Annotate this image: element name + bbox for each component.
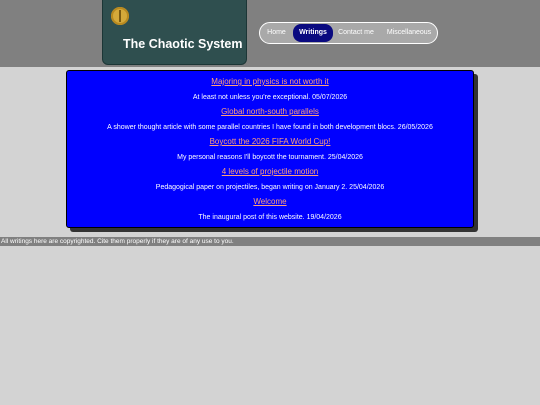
post-description: A shower thought article with some paral… <box>107 124 433 131</box>
post-link-north-south[interactable]: Global north-south parallels <box>67 107 473 116</box>
nav-writings[interactable]: Writings <box>293 24 333 42</box>
post-link-boycott[interactable]: Boycott the 2026 FIFA World Cup! <box>67 137 473 146</box>
site-footer: All writings here are copyrighted. Cite … <box>0 237 540 246</box>
nav-home[interactable]: Home <box>263 26 290 40</box>
medal-icon <box>111 7 129 25</box>
site-header: The Chaotic System Home Writings Contact… <box>0 0 540 67</box>
post-link-physics[interactable]: Majoring in physics is not worth it <box>67 77 473 86</box>
post-description: Pedagogical paper on projectiles, began … <box>155 184 385 191</box>
main-nav: Home Writings Contact me Miscellaneous <box>259 22 438 44</box>
post-link-welcome[interactable]: Welcome <box>67 197 473 206</box>
post-description: The inaugural post of this website. 19/0… <box>198 214 342 221</box>
post-link-projectile[interactable]: 4 levels of projectile motion <box>67 167 473 176</box>
copyright-notice: All writings here are copyrighted. Cite … <box>1 238 234 245</box>
logo-box[interactable]: The Chaotic System <box>102 0 247 65</box>
writings-panel: Majoring in physics is not worth it At l… <box>66 70 474 228</box>
nav-miscellaneous[interactable]: Miscellaneous <box>384 26 434 40</box>
site-title: The Chaotic System <box>123 37 243 51</box>
nav-contact-me[interactable]: Contact me <box>337 26 375 40</box>
post-description: My personal reasons I'll boycott the tou… <box>177 154 363 161</box>
post-description: At least not unless you're exceptional. … <box>192 94 348 101</box>
